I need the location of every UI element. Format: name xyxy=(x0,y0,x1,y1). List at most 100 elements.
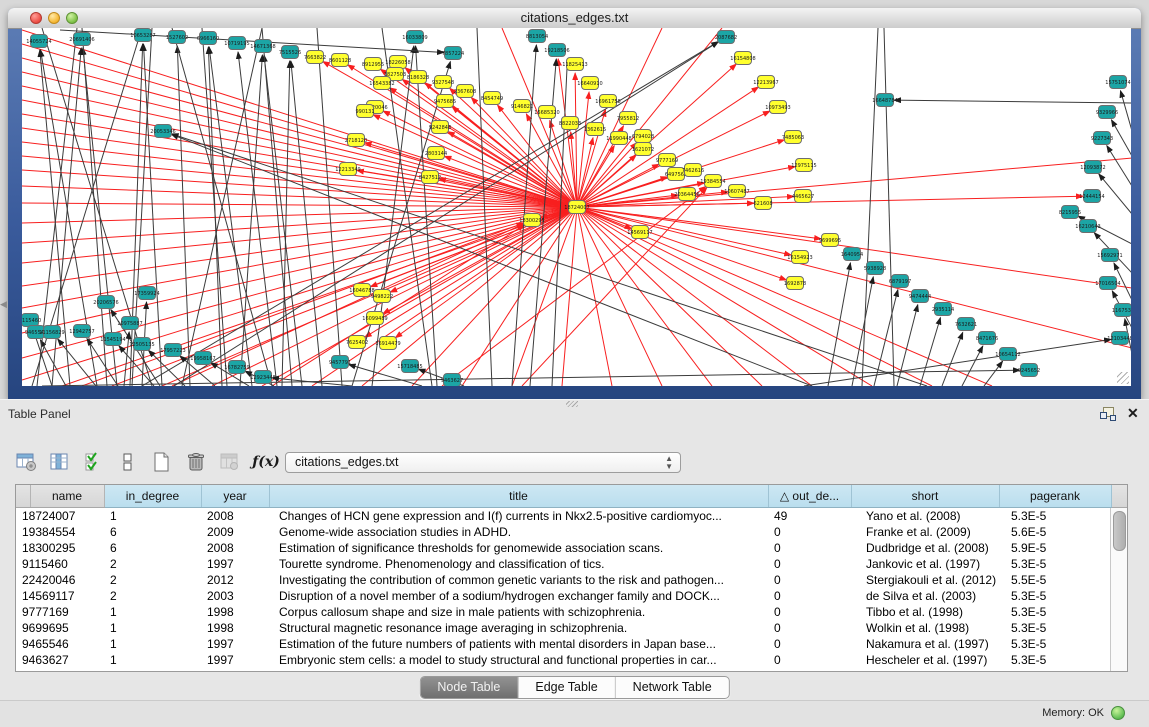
table-select-dropdown[interactable]: citations_edges.txt ▲▼ xyxy=(285,452,681,473)
graph-node[interactable]: 9329966 xyxy=(1096,106,1118,119)
delete-table-button[interactable] xyxy=(218,450,242,474)
graph-node[interactable]: 9227343 xyxy=(1091,132,1113,145)
graph-node[interactable]: 9498222 xyxy=(371,290,393,303)
graph-node[interactable]: 7857224 xyxy=(442,47,464,60)
graph-node[interactable]: 9457791 xyxy=(329,356,351,369)
graph-node[interactable]: 9115460 xyxy=(22,314,41,327)
graph-node[interactable]: 17359924 xyxy=(134,287,159,300)
table-row[interactable]: 946554611997Estimation of the future num… xyxy=(16,636,1127,652)
graph-node[interactable]: 17016504 xyxy=(1095,277,1120,290)
graph-node[interactable]: 9475685 xyxy=(434,95,456,108)
table-row[interactable]: 977716911998Corpus callosum shape and si… xyxy=(16,604,1127,620)
graph-node[interactable]: 5938928 xyxy=(864,262,886,275)
create-column-button[interactable] xyxy=(150,450,174,474)
tab-network-table[interactable]: Network Table xyxy=(616,677,729,698)
graph-node[interactable]: 12975115 xyxy=(791,159,816,172)
graph-node[interactable]: 16648784 xyxy=(872,94,897,107)
graph-node[interactable]: 7485063 xyxy=(782,131,804,144)
graph-node[interactable]: 9474444 xyxy=(909,290,931,303)
graph-node[interactable]: 2087682 xyxy=(715,31,737,44)
graph-node[interactable]: 2935114 xyxy=(932,303,954,316)
graph-node[interactable]: 9146821 xyxy=(511,100,533,113)
graph-node[interactable]: 7955812 xyxy=(617,112,639,125)
table-mode-button[interactable] xyxy=(14,450,38,474)
graph-node[interactable]: 10607487 xyxy=(724,185,749,198)
graph-node[interactable]: 11990448 xyxy=(606,132,631,145)
row-height-button[interactable] xyxy=(116,450,140,474)
graph-node[interactable]: 7462616 xyxy=(682,164,704,177)
graph-node[interactable]: 1692878 xyxy=(784,277,806,290)
graph-node[interactable]: 1362615 xyxy=(584,123,606,136)
table-row[interactable]: 946362711997Embryonic stem cells: a mode… xyxy=(16,652,1127,668)
graph-node[interactable]: 6794028 xyxy=(632,130,654,143)
collapse-panel-arrow-icon[interactable]: ◀ xyxy=(0,300,7,309)
select-columns-button[interactable] xyxy=(82,450,106,474)
table-row[interactable]: 911546021997Tourette syndrome. Phenomeno… xyxy=(16,556,1127,572)
float-panel-button[interactable] xyxy=(1100,407,1114,420)
graph-node[interactable]: 10719195 xyxy=(224,37,249,50)
graph-node[interactable]: 6879197 xyxy=(889,275,911,288)
tab-node-table[interactable]: Node Table xyxy=(420,677,518,698)
window-titlebar[interactable]: citations_edges.txt xyxy=(8,8,1141,29)
graph-node[interactable]: 1167533 xyxy=(1112,304,1131,317)
graph-node[interactable]: 19384554 xyxy=(700,175,725,188)
graph-node[interactable]: 15685320 xyxy=(534,106,559,119)
graph-node[interactable]: 12213967 xyxy=(753,76,778,89)
graph-node[interactable]: 16154808 xyxy=(730,52,755,65)
table-row[interactable]: 1872400712008Changes of HCN gene express… xyxy=(16,508,1127,525)
graph-node[interactable]: 7625402 xyxy=(346,336,368,349)
graph-node[interactable]: 621608 xyxy=(753,197,772,210)
table-row[interactable]: 1456911722003Disruption of a novel membe… xyxy=(16,588,1127,604)
graph-node[interactable]: 9245652 xyxy=(1018,364,1040,377)
canvas-resize-grip[interactable] xyxy=(1117,372,1129,384)
graph-node[interactable]: 8215955 xyxy=(1059,206,1081,219)
graph-node[interactable]: 20691406 xyxy=(69,33,94,46)
graph-node[interactable]: 18226058 xyxy=(385,56,410,69)
graph-node[interactable]: 8471676 xyxy=(976,332,998,345)
graph-node[interactable]: 7515526 xyxy=(279,46,301,59)
graph-node[interactable]: 15751074 xyxy=(1105,76,1130,89)
graph-node[interactable]: 8427512 xyxy=(419,171,441,184)
table-row[interactable]: 1938455462009Genome-wide association stu… xyxy=(16,524,1127,540)
graph-node[interactable]: 8813054 xyxy=(526,30,548,43)
table-row[interactable]: 969969511998Structural magnetic resonanc… xyxy=(16,620,1127,636)
graph-node[interactable]: 20053346 xyxy=(150,125,175,138)
delete-column-button[interactable] xyxy=(184,450,208,474)
graph-node[interactable]: 9327548 xyxy=(432,76,454,89)
graph-node[interactable]: 9242848 xyxy=(429,121,451,134)
column-header-pagerank[interactable]: pagerank xyxy=(999,485,1111,508)
scrollbar-thumb[interactable] xyxy=(1113,511,1126,551)
column-header-short[interactable]: short xyxy=(851,485,999,508)
show-columns-button[interactable] xyxy=(48,450,72,474)
graph-node[interactable]: 12444154 xyxy=(1079,190,1104,203)
graph-node[interactable]: 16033809 xyxy=(402,31,427,44)
column-header-year[interactable]: year xyxy=(201,485,269,508)
graph-node[interactable]: 4465627 xyxy=(792,190,814,203)
close-panel-button[interactable]: ✕ xyxy=(1127,404,1139,422)
graph-node[interactable]: 9699695 xyxy=(819,234,841,247)
graph-node[interactable]: 2367608 xyxy=(454,85,476,98)
citation-network-graph[interactable]: 1872400776638228601128891295518226058182… xyxy=(22,28,1131,386)
graph-node[interactable]: 15718485 xyxy=(397,360,422,373)
graph-node[interactable]: 8601128 xyxy=(329,54,351,67)
graph-node[interactable]: 17957223 xyxy=(160,344,185,357)
graph-node[interactable]: 16210643 xyxy=(1075,220,1100,233)
graph-node[interactable]: 2803144 xyxy=(425,147,447,160)
network-canvas[interactable]: 1872400776638228601128891295518226058182… xyxy=(22,28,1131,386)
graph-node[interactable]: 19218506 xyxy=(544,44,569,57)
graph-node[interactable]: 10654112 xyxy=(995,348,1020,361)
column-header-out-degree[interactable]: △ out_de... xyxy=(768,485,851,508)
graph-node[interactable]: 7632621 xyxy=(955,318,977,331)
graph-node[interactable]: 12942757 xyxy=(69,325,94,338)
graph-node[interactable]: 16640910 xyxy=(577,77,602,90)
graph-node[interactable]: 8186328 xyxy=(407,71,429,84)
column-header-title[interactable]: title xyxy=(269,485,768,508)
graph-node[interactable]: 6966160 xyxy=(197,32,219,45)
graph-node[interactable]: 1640954 xyxy=(841,248,863,261)
graph-node[interactable]: 14569117 xyxy=(627,226,652,239)
graph-node[interactable]: 9463627 xyxy=(441,374,463,387)
graph-node[interactable]: 8822033 xyxy=(559,117,581,130)
table-vertical-scrollbar[interactable] xyxy=(1110,508,1127,671)
function-builder-button[interactable]: ƒ(x) xyxy=(254,450,278,474)
graph-node[interactable]: 9777169 xyxy=(656,154,678,167)
